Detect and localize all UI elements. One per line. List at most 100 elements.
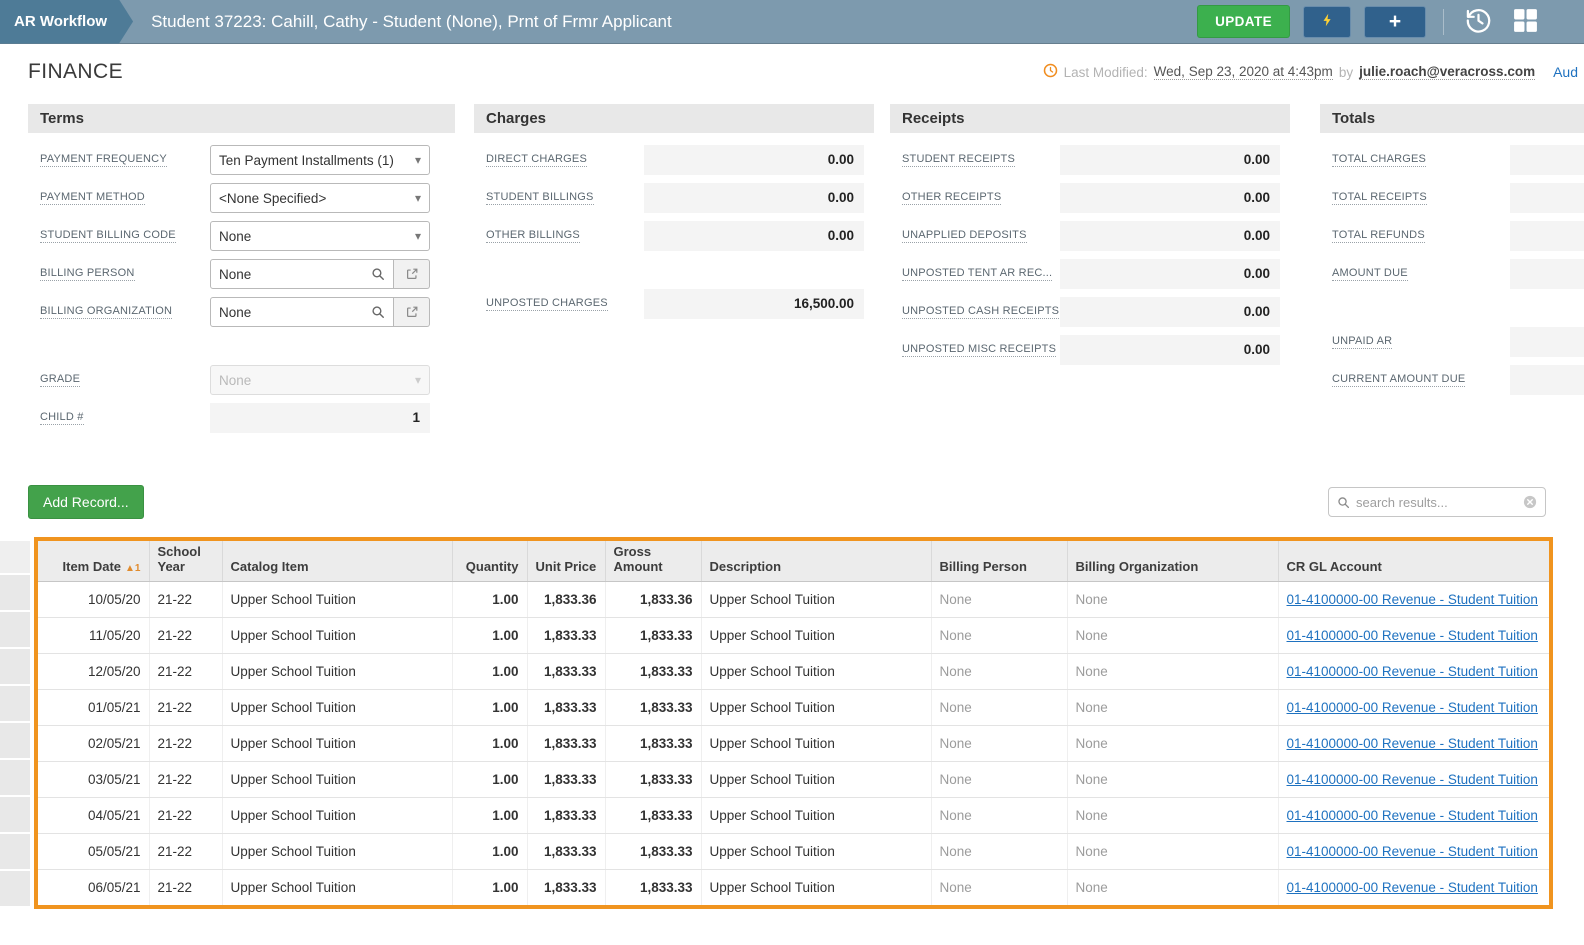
cell-description: Upper School Tuition	[701, 725, 932, 762]
gl-account-link[interactable]: 01-4100000-00 Revenue - Student Tuition	[1287, 736, 1538, 751]
cell-catalog-item: Upper School Tuition	[222, 725, 453, 762]
field-unposted-cash-receipts: UNPOSTED CASH RECEIPTS 0.00	[902, 297, 1280, 327]
gl-account-link[interactable]: 01-4100000-00 Revenue - Student Tuition	[1287, 808, 1538, 823]
clear-search-icon[interactable]	[1523, 495, 1537, 509]
cell-item-date: 04/05/21	[38, 797, 150, 834]
col-cr-gl-account[interactable]: CR GL Account	[1278, 541, 1549, 582]
cell-billing-organization: None	[1067, 833, 1279, 870]
last-modified: Last Modified: Wed, Sep 23, 2020 at 4:43…	[1043, 63, 1536, 81]
cell-cr-gl-account: 01-4100000-00 Revenue - Student Tuition	[1278, 869, 1549, 906]
field-label-text: UNPOSTED TENT AR REC...	[902, 267, 1053, 282]
cell-quantity: 1.00	[452, 617, 528, 654]
table-row[interactable]: 05/05/21 21-22 Upper School Tuition 1.00 1,8…	[38, 833, 1549, 870]
field-other-receipts: OTHER RECEIPTS 0.00	[902, 183, 1280, 213]
col-unit-price[interactable]: Unit Price	[527, 541, 606, 582]
row-handle[interactable]	[0, 612, 30, 649]
row-handle[interactable]	[0, 834, 30, 871]
row-handle[interactable]	[0, 723, 30, 760]
cell-description: Upper School Tuition	[701, 689, 932, 726]
table-row[interactable]: 10/05/20 21-22 Upper School Tuition 1.00 1,8…	[38, 581, 1549, 618]
cell-billing-person: None	[931, 761, 1068, 798]
row-handle[interactable]	[0, 649, 30, 686]
gl-account-link[interactable]: 01-4100000-00 Revenue - Student Tuition	[1287, 628, 1538, 643]
gl-account-link[interactable]: 01-4100000-00 Revenue - Student Tuition	[1287, 772, 1538, 787]
cell-catalog-item: Upper School Tuition	[222, 761, 453, 798]
row-handle[interactable]	[0, 797, 30, 834]
payment-method-select[interactable]: <None Specified> ▾	[210, 183, 430, 213]
student-billing-code-select[interactable]: None ▾	[210, 221, 430, 251]
billing-person-lookup: None	[210, 259, 430, 289]
col-gross-amount[interactable]: Gross Amount	[605, 541, 702, 582]
cell-catalog-item: Upper School Tuition	[222, 689, 453, 726]
search-input[interactable]	[1356, 494, 1523, 510]
cell-item-date: 11/05/20	[38, 617, 150, 654]
col-billing-organization[interactable]: Billing Organization	[1067, 541, 1279, 582]
cell-catalog-item: Upper School Tuition	[222, 833, 453, 870]
row-handle[interactable]	[0, 760, 30, 797]
gl-account-link[interactable]: 01-4100000-00 Revenue - Student Tuition	[1287, 592, 1538, 607]
col-school-year[interactable]: School Year	[149, 541, 223, 582]
cell-description: Upper School Tuition	[701, 869, 932, 906]
cell-school-year: 21-22	[149, 797, 223, 834]
table-header-row: Item Date ▲1 School Year Catalog Item Quanti…	[38, 541, 1549, 582]
apps-grid-button[interactable]	[1509, 7, 1542, 37]
table-row[interactable]: 02/05/21 21-22 Upper School Tuition 1.00 1,8…	[38, 725, 1549, 762]
audit-link[interactable]: Aud	[1553, 64, 1578, 80]
gl-account-link[interactable]: 01-4100000-00 Revenue - Student Tuition	[1287, 880, 1538, 895]
cell-quantity: 1.00	[452, 653, 528, 690]
quick-actions-button[interactable]	[1303, 5, 1351, 38]
row-handle[interactable]	[0, 686, 30, 723]
table-row[interactable]: 12/05/20 21-22 Upper School Tuition 1.00 1,8…	[38, 653, 1549, 690]
field-label-text: BILLING PERSON	[40, 267, 135, 282]
field-grade: GRADE None ▾	[40, 365, 430, 395]
cell-school-year: 21-22	[149, 833, 223, 870]
row-handle[interactable]	[0, 871, 30, 908]
field-label-text: UNPOSTED CASH RECEIPTS	[902, 305, 1060, 320]
cell-unit-price: 1,833.33	[527, 653, 606, 690]
search-icon	[371, 305, 385, 319]
gl-account-link[interactable]: 01-4100000-00 Revenue - Student Tuition	[1287, 844, 1538, 859]
col-billing-person[interactable]: Billing Person	[931, 541, 1068, 582]
field-label: PAYMENT FREQUENCY	[40, 153, 210, 168]
billing-person-input[interactable]: None	[210, 259, 394, 289]
row-handle[interactable]	[0, 575, 30, 612]
cell-gross-amount: 1,833.36	[605, 581, 702, 618]
col-description[interactable]: Description	[701, 541, 932, 582]
cell-billing-organization: None	[1067, 725, 1279, 762]
field-label: STUDENT RECEIPTS	[902, 153, 1060, 168]
table-row[interactable]: 06/05/21 21-22 Upper School Tuition 1.00 1,8…	[38, 869, 1549, 906]
total-refunds-value	[1510, 221, 1584, 251]
other-billings-value: 0.00	[644, 221, 864, 251]
breadcrumb-label: AR Workflow	[14, 13, 108, 30]
billing-organization-open-record-button[interactable]	[394, 297, 430, 327]
table-row[interactable]: 11/05/20 21-22 Upper School Tuition 1.00 1,8…	[38, 617, 1549, 654]
gl-account-link[interactable]: 01-4100000-00 Revenue - Student Tuition	[1287, 664, 1538, 679]
field-label-text: OTHER BILLINGS	[486, 229, 580, 244]
history-button[interactable]	[1461, 6, 1496, 38]
payment-frequency-select[interactable]: Ten Payment Installments (1) ▾	[210, 145, 430, 175]
col-catalog-item[interactable]: Catalog Item	[222, 541, 453, 582]
breadcrumb-ar-workflow[interactable]: AR Workflow	[0, 0, 133, 44]
table-row[interactable]: 01/05/21 21-22 Upper School Tuition 1.00 1,8…	[38, 689, 1549, 726]
field-label-text: AMOUNT DUE	[1332, 267, 1408, 282]
cell-cr-gl-account: 01-4100000-00 Revenue - Student Tuition	[1278, 653, 1549, 690]
cell-unit-price: 1,833.33	[527, 689, 606, 726]
col-quantity[interactable]: Quantity	[452, 541, 528, 582]
table-row[interactable]: 04/05/21 21-22 Upper School Tuition 1.00 1,8…	[38, 797, 1549, 834]
field-unapplied-deposits: UNAPPLIED DEPOSITS 0.00	[902, 221, 1280, 251]
add-record-button[interactable]: Add Record...	[28, 485, 144, 519]
charges-panel: Charges DIRECT CHARGES 0.00 STUDENT BILLIN…	[474, 104, 874, 441]
billing-person-open-record-button[interactable]	[394, 259, 430, 289]
select-value: Ten Payment Installments (1)	[219, 152, 394, 168]
add-new-button[interactable]: +	[1364, 5, 1426, 38]
update-button[interactable]: UPDATE	[1197, 5, 1290, 38]
col-item-date[interactable]: Item Date ▲1	[38, 541, 150, 582]
field-label: BILLING ORGANIZATION	[40, 305, 210, 320]
cell-quantity: 1.00	[452, 761, 528, 798]
billing-organization-input[interactable]: None	[210, 297, 394, 327]
external-link-icon	[405, 305, 419, 319]
table-row[interactable]: 03/05/21 21-22 Upper School Tuition 1.00 1,8…	[38, 761, 1549, 798]
cell-gross-amount: 1,833.33	[605, 689, 702, 726]
cell-unit-price: 1,833.33	[527, 833, 606, 870]
gl-account-link[interactable]: 01-4100000-00 Revenue - Student Tuition	[1287, 700, 1538, 715]
